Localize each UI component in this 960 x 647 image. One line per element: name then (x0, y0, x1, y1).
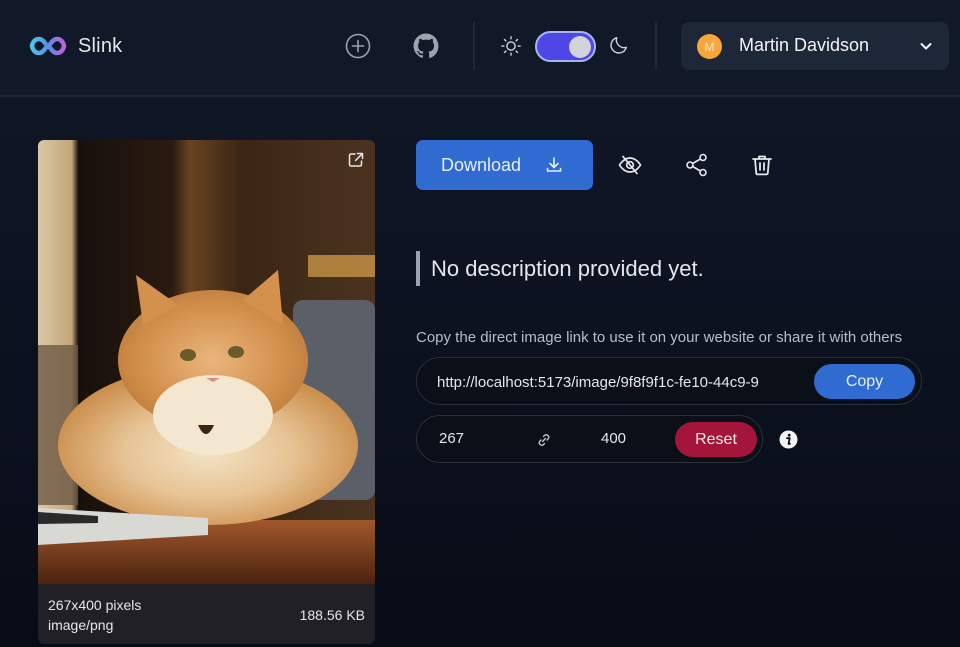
eye-off-icon[interactable] (617, 152, 643, 178)
aspect-ratio-lock-icon[interactable] (536, 432, 552, 448)
share-icon[interactable] (684, 152, 710, 178)
app-logo[interactable]: Slink (29, 34, 122, 58)
image-dimensions: 267x400 pixels (48, 597, 142, 613)
download-label: Download (441, 154, 522, 175)
image-metadata: 267x400 pixels image/png 188.56 KB (38, 584, 375, 644)
copy-link-hint: Copy the direct image link to use it on … (416, 329, 903, 346)
open-in-new-tab-icon[interactable] (347, 151, 365, 169)
header-divider (655, 22, 657, 70)
moon-icon[interactable] (608, 34, 630, 56)
download-icon (546, 157, 562, 172)
trash-icon[interactable] (749, 152, 775, 178)
width-input[interactable] (439, 430, 509, 447)
theme-toggle[interactable] (535, 31, 596, 62)
direct-link-field: Copy (416, 357, 922, 405)
info-icon[interactable] (779, 430, 798, 449)
download-button[interactable]: Download (416, 140, 593, 190)
infinity-logo-icon (29, 36, 67, 56)
user-menu-button[interactable]: M Martin Davidson (681, 22, 949, 70)
top-navbar: Slink M Martin Davidson (0, 0, 960, 97)
image-description[interactable]: No description provided yet. (431, 256, 704, 282)
upload-plus-icon[interactable] (345, 33, 371, 59)
copy-link-button[interactable]: Copy (814, 364, 915, 399)
github-icon[interactable] (413, 33, 439, 59)
avatar: M (697, 34, 722, 59)
app-name: Slink (78, 34, 123, 57)
image-preview[interactable] (38, 140, 375, 585)
image-mime-type: image/png (48, 617, 114, 633)
height-input[interactable] (601, 430, 671, 447)
header-divider (473, 22, 475, 70)
description-accent-bar (416, 251, 420, 286)
resize-controls: Reset (416, 415, 763, 463)
chevron-down-icon (920, 43, 932, 50)
sun-icon[interactable] (500, 35, 522, 57)
user-name: Martin Davidson (739, 35, 870, 55)
image-preview-card: 267x400 pixels image/png 188.56 KB (38, 140, 375, 644)
toggle-knob (569, 36, 591, 58)
direct-link-input[interactable] (437, 371, 809, 393)
image-file-size: 188.56 KB (299, 607, 365, 623)
reset-size-button[interactable]: Reset (675, 422, 757, 457)
